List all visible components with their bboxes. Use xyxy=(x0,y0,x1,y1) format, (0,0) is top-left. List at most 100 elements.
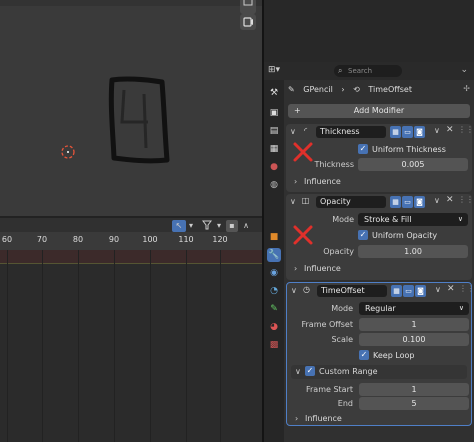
influence-subpanel[interactable]: › Influence xyxy=(290,175,466,189)
chevron-down-icon[interactable]: ▾ xyxy=(214,220,224,232)
viewport-display-icon[interactable]: ▭ xyxy=(403,285,414,297)
add-modifier-button[interactable]: + Add Modifier xyxy=(288,104,470,118)
uniform-opacity-checkbox[interactable]: ✓ xyxy=(358,230,368,240)
uniform-opacity-row: ✓ Uniform Opacity xyxy=(286,229,472,243)
render-icon[interactable]: ◙ xyxy=(414,126,425,138)
chevron-down-icon[interactable]: ∨ xyxy=(290,197,296,206)
chevron-down-icon[interactable]: ∨ xyxy=(434,196,440,205)
mode-label: Mode xyxy=(331,304,353,313)
uniform-thickness-checkbox[interactable]: ✓ xyxy=(358,144,368,154)
timeoffset-modifier-panel: ∨ ◷ TimeOffset ▦ ▭ ◙ ∨ ✕ ⋮⋮ Mode Regular ∨… xyxy=(286,282,474,426)
render-tab-icon[interactable]: ▣ xyxy=(267,106,281,120)
pin-icon[interactable]: ✢ xyxy=(463,84,470,93)
render-icon[interactable]: ◙ xyxy=(415,285,426,297)
modifier-header[interactable]: ∨ ◷ TimeOffset ▦ ▭ ◙ ∨ ✕ ⋮⋮ xyxy=(287,283,474,299)
chevron-down-icon[interactable]: ∨ xyxy=(435,285,441,294)
mode-dropdown[interactable]: Regular ∨ xyxy=(359,302,469,315)
opacity-field[interactable]: 1.00 xyxy=(358,245,468,258)
object-tab-icon[interactable]: ■ xyxy=(267,230,281,244)
output-tab-icon[interactable]: ▤ xyxy=(267,124,281,138)
physics-tab-icon[interactable]: ◔ xyxy=(267,284,281,298)
frame-end-field[interactable]: 5 xyxy=(359,397,469,410)
drag-handle-icon[interactable]: ⋮⋮ xyxy=(458,195,474,204)
scale-label: Scale xyxy=(331,335,353,344)
custom-range-checkbox[interactable]: ✓ xyxy=(305,366,315,376)
editor-type-icon[interactable]: ⊞▾ xyxy=(268,65,286,77)
frame-tick-label: 100 xyxy=(142,235,158,244)
select-icon[interactable]: ↖ xyxy=(172,220,186,232)
uniform-thickness-label: Uniform Thickness xyxy=(372,145,446,154)
search-icon: ⌕ xyxy=(338,66,343,75)
keep-loop-checkbox[interactable]: ✓ xyxy=(359,350,369,360)
custom-range-subpanel[interactable]: ∨ ✓ Custom Range xyxy=(291,365,467,379)
thickness-row: Thickness 0.005 xyxy=(286,158,472,172)
expand-icon[interactable]: ⌄ xyxy=(460,65,468,75)
modifier-tab-icon[interactable]: 🔧 xyxy=(267,248,281,262)
frame-tick-label: 120 xyxy=(212,235,228,244)
object-data-tab-icon[interactable]: ✎ xyxy=(267,302,281,316)
mode-value: Regular xyxy=(365,304,396,313)
chevron-down-icon[interactable]: ∨ xyxy=(290,127,296,136)
keep-loop-label: Keep Loop xyxy=(373,351,415,360)
influence-subpanel[interactable]: › Influence xyxy=(291,412,467,426)
chevron-down-icon[interactable]: ∨ xyxy=(295,365,301,379)
camera-view-button[interactable] xyxy=(240,14,256,30)
frame-start-label: Frame Start xyxy=(305,385,353,394)
properties-editor[interactable]: ⊞▾ ⌕ Search ⌄ ⚒ ▣ ▤ ▦ ● ◍ ■ 🔧 ◉ ◔ ✎ ◕ ▩ … xyxy=(264,62,474,442)
thickness-field[interactable]: 0.005 xyxy=(358,158,468,171)
edit-mode-icon[interactable]: ▦ xyxy=(390,126,401,138)
world-tab-icon[interactable]: ◍ xyxy=(267,178,281,192)
viewport-tool-button[interactable] xyxy=(240,0,256,14)
modifier-name-field[interactable]: Opacity xyxy=(316,196,386,208)
clock-icon: ◷ xyxy=(303,285,310,294)
close-icon[interactable]: ✕ xyxy=(446,125,454,135)
modifier-name-field[interactable]: Thickness xyxy=(316,126,386,138)
camera-icon xyxy=(243,17,253,27)
frame-ruler[interactable]: 60 70 80 90 100 110 120 xyxy=(0,232,262,250)
tool-tab-icon[interactable]: ⚒ xyxy=(267,86,281,100)
proportional-icon[interactable]: ∧ xyxy=(240,220,252,232)
scale-field[interactable]: 0.100 xyxy=(359,333,469,346)
frame-end-row: End 5 xyxy=(287,397,471,411)
frame-start-field[interactable]: 1 xyxy=(359,383,469,396)
3d-viewport[interactable] xyxy=(0,0,262,216)
drag-handle-icon[interactable]: ⋮⋮ xyxy=(458,125,474,134)
close-icon[interactable]: ✕ xyxy=(447,284,455,294)
scene-tab-icon[interactable]: ● xyxy=(267,160,281,174)
influence-subpanel[interactable]: › Influence xyxy=(290,262,466,276)
render-icon[interactable]: ◙ xyxy=(414,196,425,208)
shader-fx-tab-icon[interactable]: ◉ xyxy=(267,266,281,280)
3d-cursor[interactable] xyxy=(59,143,77,161)
chevron-down-icon[interactable]: ▾ xyxy=(186,220,196,232)
edit-mode-icon[interactable]: ▦ xyxy=(391,285,402,297)
filter-icon[interactable] xyxy=(200,220,214,232)
edit-mode-icon[interactable]: ▦ xyxy=(390,196,401,208)
mode-dropdown[interactable]: Stroke & Fill ∨ xyxy=(358,213,468,226)
frame-gridline xyxy=(220,250,221,442)
frame-gridline xyxy=(114,250,115,442)
snap-toggle-icon[interactable]: ▪ xyxy=(226,220,238,232)
chevron-down-icon[interactable]: ∨ xyxy=(434,126,440,135)
viewport-display-icon[interactable]: ▭ xyxy=(402,196,413,208)
modifier-header[interactable]: ∨ ◜ Thickness ▦ ▭ ◙ ∨ ✕ ⋮⋮ xyxy=(286,124,474,140)
frame-offset-label: Frame Offset xyxy=(301,320,353,329)
chevron-down-icon[interactable]: ∨ xyxy=(291,286,297,295)
timeline-editor[interactable]: ↖ ▾ ▾ ▪ ∧ 60 70 80 90 100 110 120 xyxy=(0,216,262,442)
modifier-header[interactable]: ∨ ◫ Opacity ▦ ▭ ◙ ∨ ✕ ⋮⋮ xyxy=(286,194,474,210)
modifier-name-field[interactable]: TimeOffset xyxy=(317,285,387,297)
search-input[interactable]: ⌕ Search xyxy=(334,65,402,77)
close-icon[interactable]: ✕ xyxy=(446,195,454,205)
grease-pencil-stroke[interactable] xyxy=(104,76,170,166)
texture-tab-icon[interactable]: ▩ xyxy=(267,338,281,352)
thickness-modifier-panel: ∨ ◜ Thickness ▦ ▭ ◙ ∨ ✕ ⋮⋮ ✓ Uniform Thick… xyxy=(286,124,474,192)
view-layer-tab-icon[interactable]: ▦ xyxy=(267,142,281,156)
keep-loop-row: ✓ Keep Loop xyxy=(287,349,471,363)
opacity-label: Opacity xyxy=(323,247,354,256)
material-tab-icon[interactable]: ◕ xyxy=(267,320,281,334)
frame-offset-field[interactable]: 1 xyxy=(359,318,469,331)
viewport-display-icon[interactable]: ▭ xyxy=(402,126,413,138)
scale-row: Scale 0.100 xyxy=(287,333,471,347)
outliner-area[interactable] xyxy=(264,0,474,62)
mode-row: Mode Regular ∨ xyxy=(287,302,471,316)
drag-handle-icon[interactable]: ⋮⋮ xyxy=(459,284,474,293)
